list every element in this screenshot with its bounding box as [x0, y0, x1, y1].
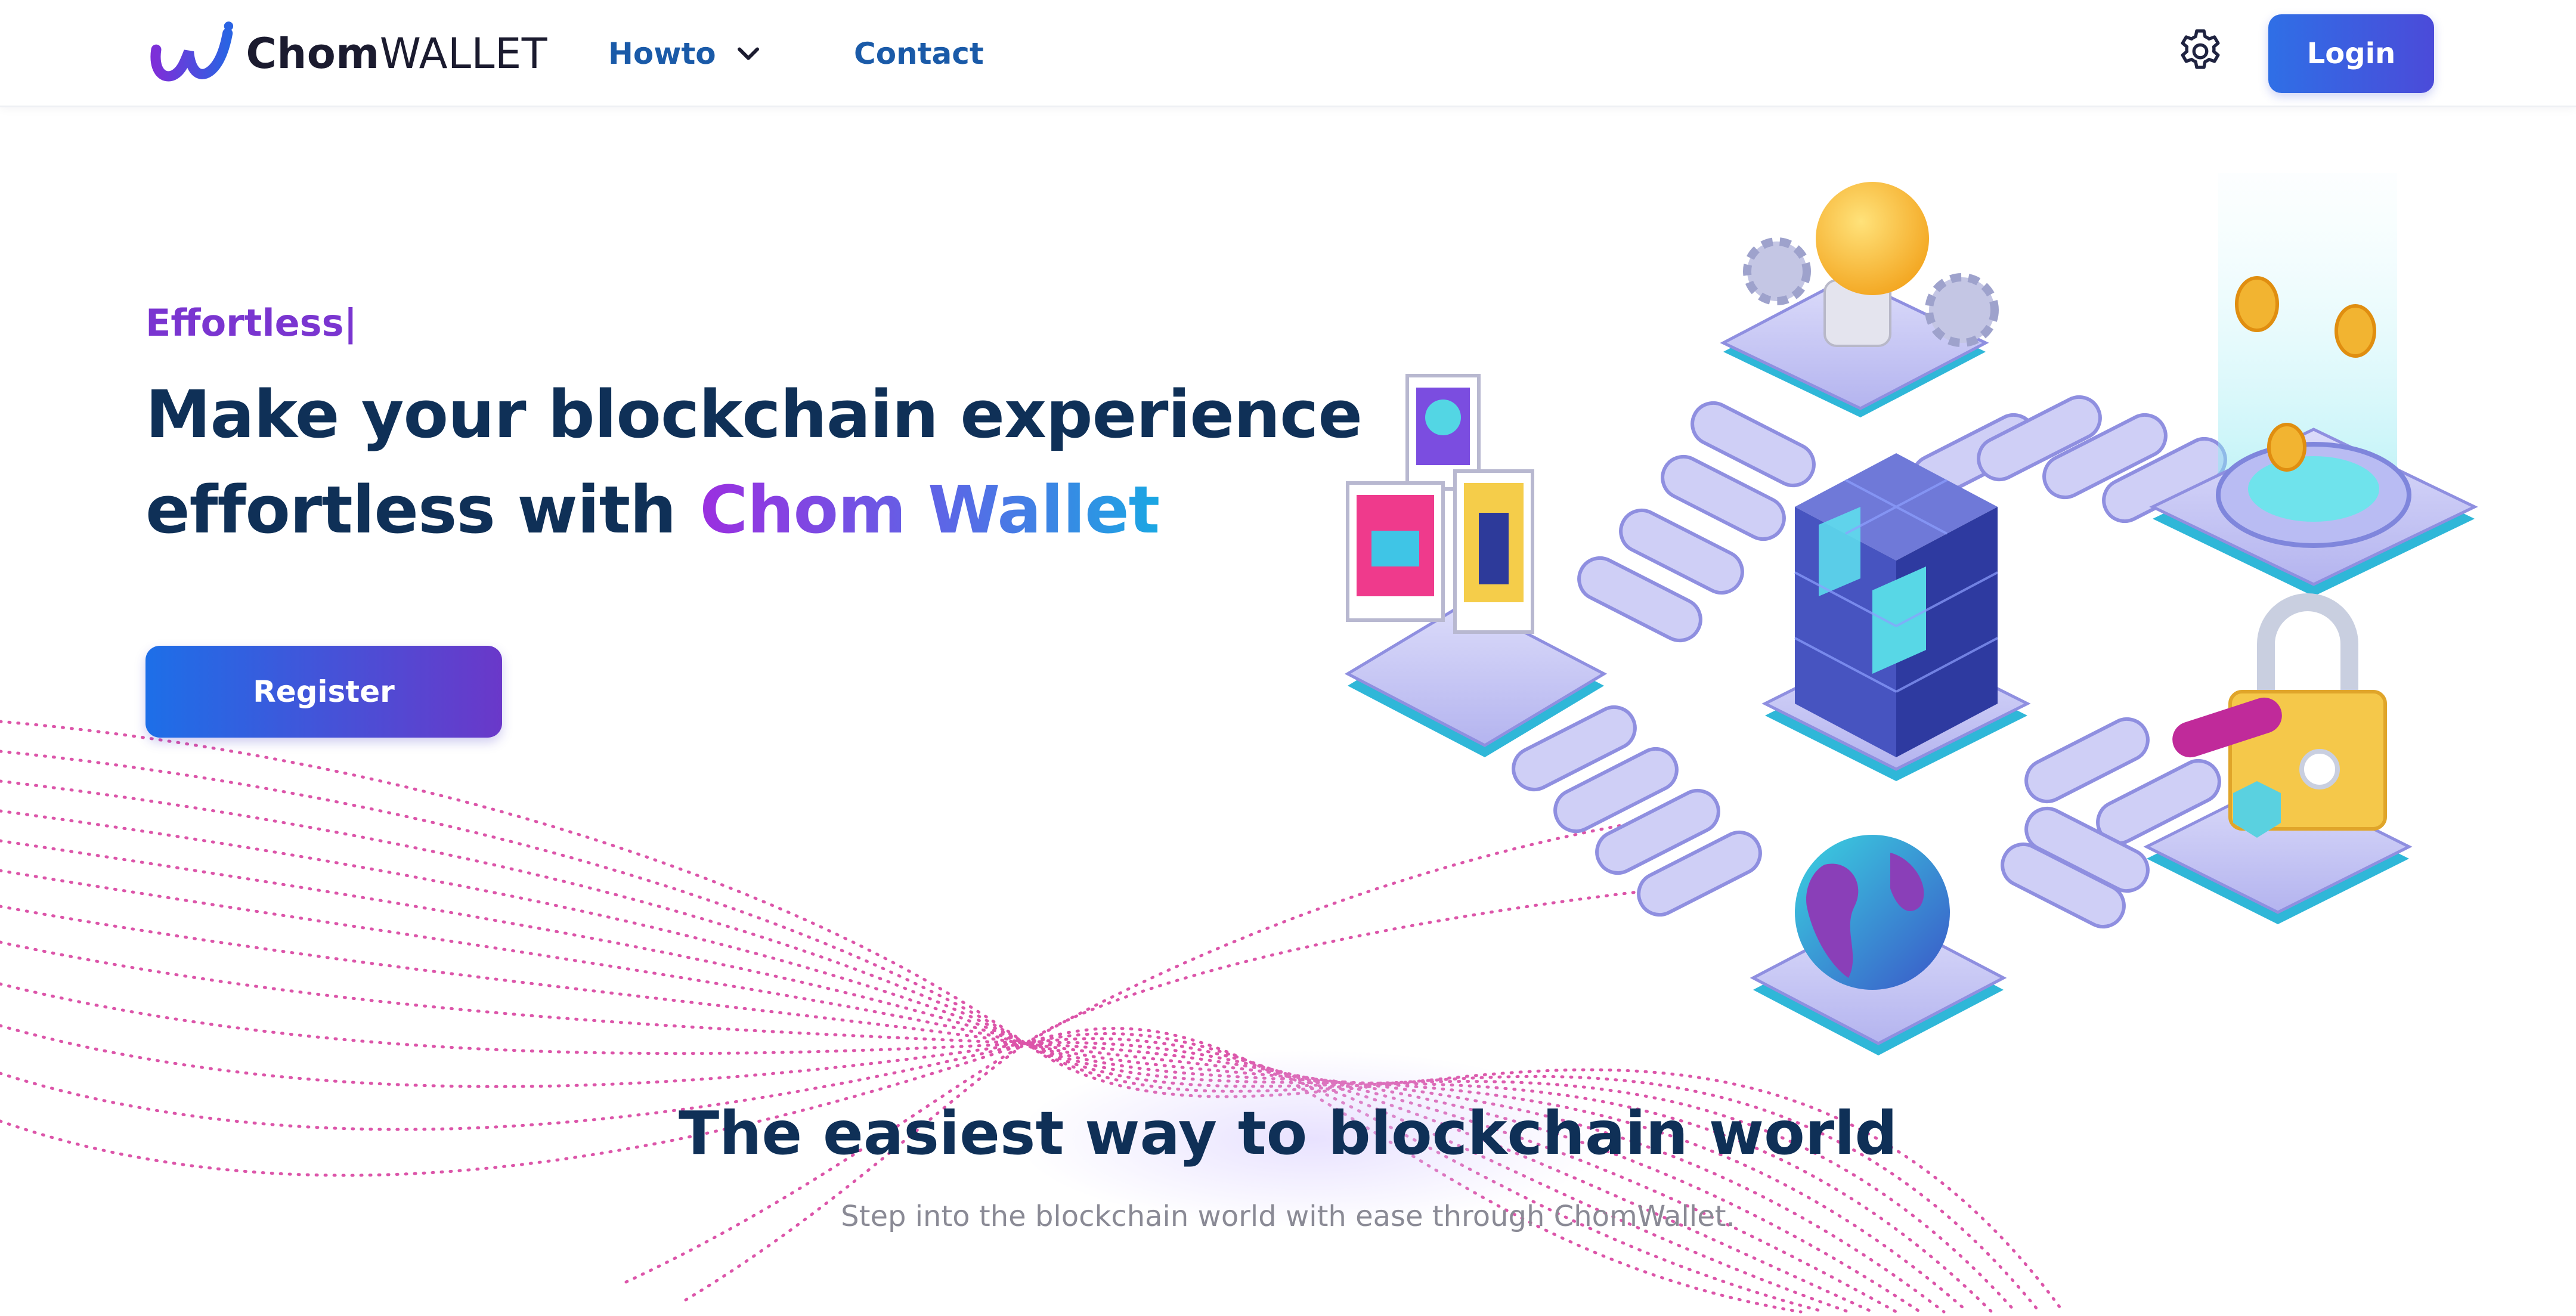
section-subtitle: Step into the blockchain world with ease…	[841, 1200, 1735, 1233]
nft-art-platform	[1344, 374, 1608, 757]
blockchain-cube	[1761, 453, 2031, 781]
hero-tagline: Effortless|	[145, 301, 358, 345]
chomwallet-logo[interactable]: ChomWALLET	[142, 12, 547, 95]
register-button[interactable]: Register	[145, 646, 502, 738]
section-title: The easiest way to blockchain world	[678, 1098, 1898, 1168]
coin-platform	[2149, 173, 2478, 596]
headline-line-2: effortless with Chom Wallet	[145, 462, 1338, 558]
nav-howto-link[interactable]: Howto	[608, 31, 716, 76]
logo-wordmark-strong: Chom	[246, 29, 380, 78]
top-navbar: ChomWALLET Howto Contact Login	[0, 0, 2576, 107]
gear-icon[interactable]	[2175, 26, 2226, 77]
logo-wordmark-light: WALLET	[379, 29, 547, 78]
blockchain-isometric-illustration	[1344, 173, 2478, 1055]
logo-mark-icon	[150, 21, 234, 82]
headline-brand-name: Chom Wallet	[699, 472, 1160, 548]
lightbulb-platform	[1720, 182, 1999, 417]
logo-wordmark: ChomWALLET	[246, 29, 547, 78]
globe-platform	[1750, 835, 2007, 1055]
headline-line-2-prefix: effortless with	[145, 472, 676, 548]
nav-contact-link[interactable]: Contact	[854, 31, 984, 76]
chevron-down-icon[interactable]	[730, 36, 766, 72]
hero-headline: Make your blockchain experience effortle…	[145, 367, 1363, 558]
login-button[interactable]: Login	[2268, 14, 2434, 93]
headline-line-1: Make your blockchain experience	[145, 376, 1363, 453]
